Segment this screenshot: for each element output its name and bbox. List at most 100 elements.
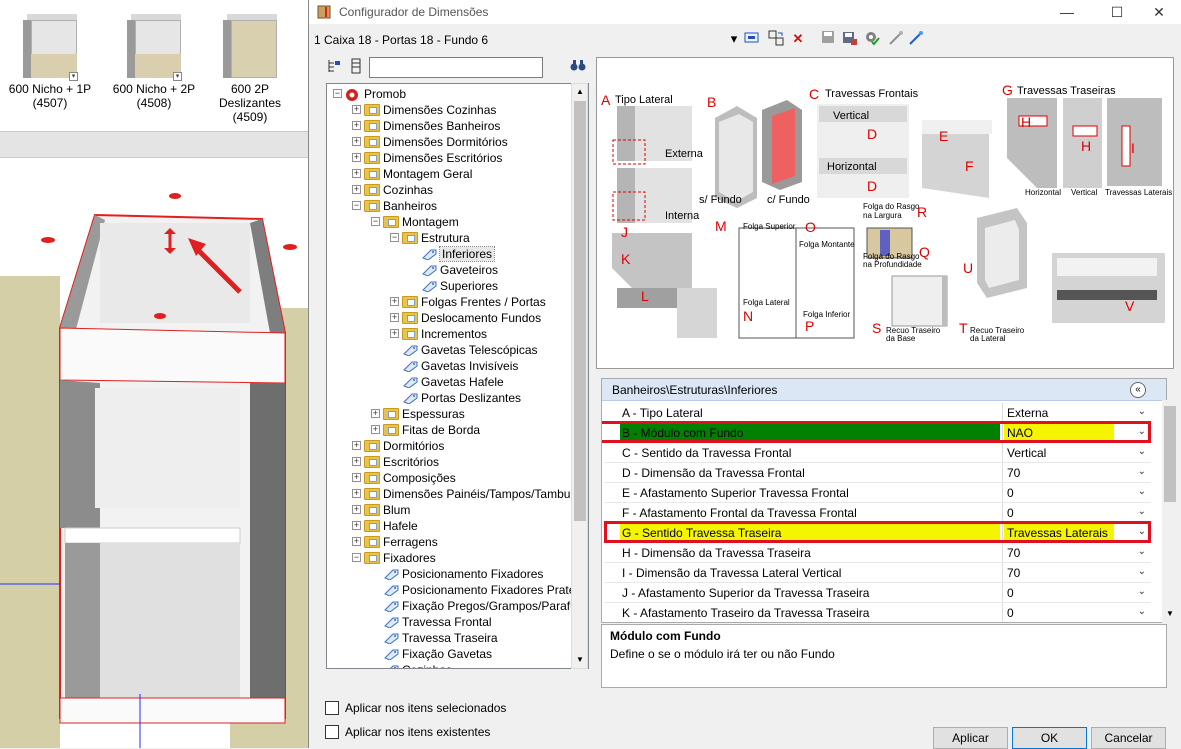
- tree-item[interactable]: Gaveteiros: [409, 261, 498, 277]
- chevron-down-icon[interactable]: ⌄: [1138, 426, 1146, 437]
- property-value-select[interactable]: Travessas Laterais ⌄: [1002, 523, 1150, 542]
- tree-scroll-thumb[interactable]: [574, 101, 586, 521]
- tree-item[interactable]: Travessa Traseira: [371, 629, 498, 645]
- tree-item[interactable]: Posicionamento Fixadores: [371, 565, 543, 581]
- tree-item[interactable]: Portas Deslizantes: [390, 389, 521, 405]
- columns-icon[interactable]: [347, 58, 365, 76]
- tree-item[interactable]: + Espessuras: [371, 405, 465, 421]
- ok-button[interactable]: OK: [1012, 727, 1087, 749]
- expand-icon[interactable]: +: [352, 169, 361, 179]
- tree-item[interactable]: + Deslocamento Fundos: [390, 309, 541, 325]
- tree-item[interactable]: Cozinhas: [371, 661, 452, 668]
- tree-item[interactable]: + Hafele: [352, 517, 418, 533]
- expand-icon[interactable]: +: [352, 185, 361, 195]
- expand-icon[interactable]: +: [390, 313, 399, 323]
- collapse-icon[interactable]: −: [352, 553, 361, 563]
- magic-wand-icon[interactable]: [907, 30, 925, 48]
- tree-item[interactable]: Fixação Gavetas: [371, 645, 492, 661]
- tree-item[interactable]: Gavetas Telescópicas: [390, 341, 538, 357]
- chevron-down-icon[interactable]: ⌄: [1138, 406, 1146, 417]
- property-value-select[interactable]: 70 ⌄: [1002, 543, 1150, 562]
- chevron-down-icon[interactable]: ⌄: [1138, 466, 1146, 477]
- expand-icon[interactable]: +: [352, 121, 361, 131]
- chevron-down-icon[interactable]: ⌄: [1138, 526, 1146, 537]
- tree-item[interactable]: + Dimensões Banheiros: [352, 117, 500, 133]
- apply-existing-checkbox[interactable]: [325, 725, 339, 739]
- grid-category-header[interactable]: Banheiros\Estruturas\Inferiores «: [602, 379, 1166, 401]
- chevron-down-icon[interactable]: ⌄: [1138, 486, 1146, 497]
- apply-selected-checkbox[interactable]: [325, 701, 339, 715]
- expand-icon[interactable]: +: [352, 441, 361, 451]
- expand-icon[interactable]: +: [352, 489, 361, 499]
- collapse-icon[interactable]: −: [352, 201, 361, 211]
- property-row[interactable]: G - Sentido Travessa Traseira Travessas L…: [604, 521, 1151, 543]
- tree-item[interactable]: + Dimensões Painéis/Tampos/Tamburat: [352, 485, 584, 501]
- expand-icon[interactable]: +: [352, 521, 361, 531]
- tree-item[interactable]: + Dimensões Dormitórios: [352, 133, 508, 149]
- tree-item[interactable]: + Blum: [352, 501, 410, 517]
- property-value-select[interactable]: 0 ⌄: [1002, 583, 1150, 602]
- property-row[interactable]: A - Tipo Lateral Externa ⌄: [604, 403, 1151, 423]
- tree-item[interactable]: + Folgas Frentes / Portas: [390, 293, 546, 309]
- tree-item[interactable]: − Fixadores: [352, 549, 436, 565]
- sort-icon[interactable]: [325, 58, 343, 76]
- expand-icon[interactable]: +: [352, 505, 361, 515]
- property-row[interactable]: C - Sentido da Travessa Frontal Vertical ⌄: [604, 443, 1151, 463]
- collapse-icon[interactable]: «: [1130, 382, 1146, 398]
- tree-item[interactable]: + Fitas de Borda: [371, 421, 480, 437]
- property-row[interactable]: D - Dimensão da Travessa Frontal 70 ⌄: [604, 463, 1151, 483]
- expand-icon[interactable]: +: [390, 297, 399, 307]
- property-row[interactable]: B - Módulo com Fundo NAO ⌄: [602, 421, 1151, 443]
- property-value-select[interactable]: 0 ⌄: [1002, 503, 1150, 522]
- property-value-select[interactable]: 70 ⌄: [1002, 563, 1150, 582]
- expand-icon[interactable]: +: [371, 409, 380, 419]
- chevron-down-icon[interactable]: ⌄: [1138, 606, 1146, 617]
- wand-icon[interactable]: [887, 30, 905, 48]
- chevron-down-icon[interactable]: ⌄: [1138, 586, 1146, 597]
- tree-item[interactable]: + Dormitórios: [352, 437, 444, 453]
- tree-item[interactable]: Superiores: [409, 277, 498, 293]
- tree-item[interactable]: Posicionamento Fixadores Prateleir: [371, 581, 588, 597]
- property-value-select[interactable]: 0 ⌄: [1002, 603, 1150, 622]
- property-value-select[interactable]: 0 ⌄: [1002, 483, 1150, 502]
- expand-icon[interactable]: +: [390, 329, 399, 339]
- tree-item[interactable]: − Montagem: [371, 213, 459, 229]
- tree-item[interactable]: Inferiores: [409, 245, 496, 262]
- scroll-up-icon[interactable]: ▲: [573, 85, 587, 99]
- chevron-down-icon[interactable]: ▾: [69, 72, 78, 81]
- title-bar[interactable]: Configurador de Dimensões — ☐ ✕: [309, 0, 1181, 24]
- save-icon[interactable]: [819, 30, 837, 48]
- apply-button[interactable]: Aplicar: [933, 727, 1008, 749]
- chevron-down-icon[interactable]: ⌄: [1138, 566, 1146, 577]
- tree-scrollbar[interactable]: ▲ ▼: [571, 83, 588, 669]
- tree-item[interactable]: Gavetas Invisíveis: [390, 357, 518, 373]
- tree-item[interactable]: + Montagem Geral: [352, 165, 472, 181]
- collapse-icon[interactable]: −: [371, 217, 380, 227]
- tree-item[interactable]: − Promob: [333, 85, 406, 101]
- grid-scroll-thumb[interactable]: [1164, 406, 1176, 502]
- chevron-down-icon[interactable]: ⌄: [1138, 446, 1146, 457]
- grid-scrollbar[interactable]: ▼: [1162, 400, 1179, 623]
- scroll-down-icon[interactable]: ▼: [1164, 609, 1176, 621]
- expand-icon[interactable]: +: [371, 425, 380, 435]
- save-as-icon[interactable]: [841, 30, 859, 48]
- tree-item[interactable]: + Ferragens: [352, 533, 438, 549]
- tree-item[interactable]: + Cozinhas: [352, 181, 433, 197]
- gear-check-icon[interactable]: [863, 30, 881, 48]
- cancel-button[interactable]: Cancelar: [1091, 727, 1166, 749]
- thumb-item[interactable]: 600 2P Deslizantes (4509): [200, 14, 300, 124]
- property-row[interactable]: F - Afastamento Frontal da Travessa Fron…: [604, 503, 1151, 523]
- expand-icon[interactable]: +: [352, 137, 361, 147]
- close-button[interactable]: ✕: [1136, 0, 1181, 24]
- property-row[interactable]: E - Afastamento Superior Travessa Fronta…: [604, 483, 1151, 503]
- expand-icon[interactable]: +: [352, 537, 361, 547]
- tree-item[interactable]: + Dimensões Cozinhas: [352, 101, 496, 117]
- maximize-button[interactable]: ☐: [1094, 0, 1140, 24]
- expand-icon[interactable]: +: [352, 457, 361, 467]
- tree-item[interactable]: − Estrutura: [390, 229, 470, 245]
- thumb-item[interactable]: ▾ 600 Nicho + 2P (4508): [104, 14, 204, 110]
- property-value-select[interactable]: Externa ⌄: [1002, 403, 1150, 422]
- tree-item[interactable]: Travessa Frontal: [371, 613, 492, 629]
- category-tree[interactable]: − Promob + Dimensões Cozinhas + Dimensões Ban…: [326, 83, 589, 669]
- property-value-select[interactable]: Vertical ⌄: [1002, 443, 1150, 462]
